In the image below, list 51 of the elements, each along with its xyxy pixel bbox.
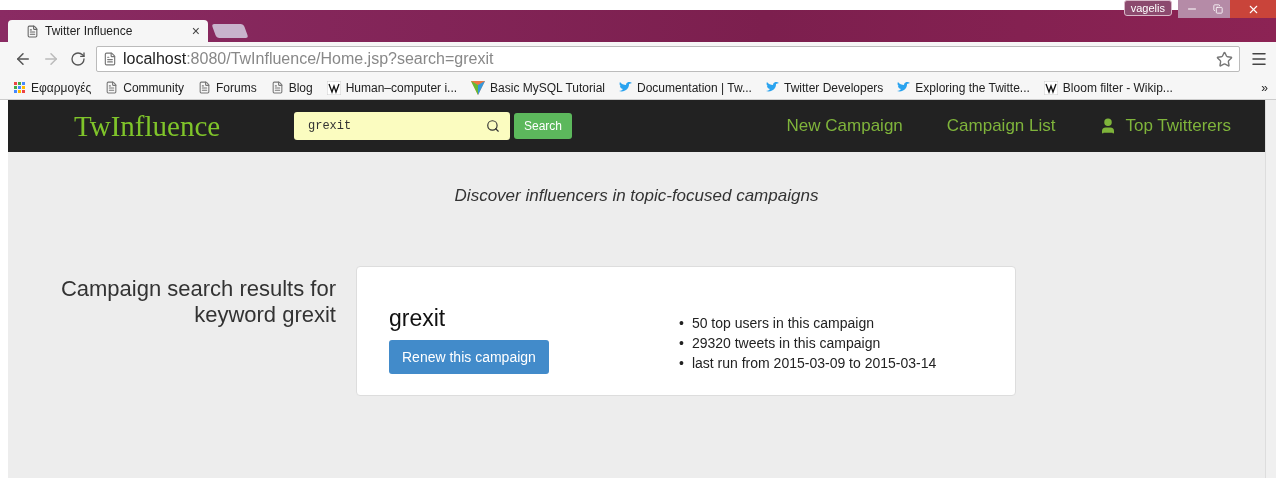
search-icon[interactable]: [486, 119, 500, 133]
profile-button[interactable]: vagelis: [1123, 0, 1172, 16]
campaign-fact: 29320 tweets in this campaign: [691, 334, 881, 353]
bookmark-item[interactable]: Community: [105, 80, 184, 95]
close-icon[interactable]: ×: [191, 23, 200, 39]
page-icon: [270, 81, 284, 94]
campaign-name: grexit: [389, 305, 446, 332]
nav-link[interactable]: New Campaign: [786, 116, 903, 136]
bullet: •: [679, 334, 684, 353]
bookmark-item[interactable]: Exploring the Twitte...: [897, 80, 1030, 95]
renew-button[interactable]: Renew this campaign: [389, 340, 549, 374]
bookmark-item[interactable]: Blog: [270, 80, 313, 95]
new-tab-button[interactable]: [211, 24, 249, 38]
browser-tab[interactable]: Twitter Influence ×: [8, 20, 208, 42]
back-icon[interactable]: [14, 50, 32, 68]
page-icon: [197, 81, 211, 94]
campaign-fact: 50 top users in this campaign: [691, 314, 874, 333]
bookmark-item[interactable]: Forums: [197, 80, 257, 95]
tagline: Discover influencers in topic-focused campaigns: [453, 186, 820, 206]
brand-logo[interactable]: TwInfluence: [74, 109, 294, 143]
nav-link[interactable]: Campaign List: [946, 116, 1056, 136]
bookmark-item[interactable]: Basic MySQL Tutorial: [471, 80, 605, 95]
w-letter-icon: [1043, 80, 1058, 95]
campaign-fact: last run from 2015-03-09 to 2015-03-14: [691, 354, 937, 373]
bird-icon: [619, 82, 632, 93]
reload-icon[interactable]: [70, 51, 86, 67]
bookmark-item[interactable]: Human–computer i...: [326, 80, 458, 95]
menu-icon[interactable]: [1250, 50, 1268, 68]
colored-v-icon: [471, 80, 486, 95]
restore-icon: [1213, 4, 1223, 14]
bird-icon: [765, 82, 779, 93]
more-bookmarks-button[interactable]: »: [1261, 80, 1268, 95]
bookmark-item[interactable]: Documentation | Tw...: [619, 80, 752, 95]
page-icon: [103, 52, 117, 66]
search-field[interactable]: grexit: [294, 112, 510, 140]
scrollbar[interactable]: [1265, 100, 1276, 478]
bookmark-item[interactable]: Twitter Developers: [765, 80, 884, 95]
apps-grid-icon: [14, 81, 26, 94]
results-heading: Campaign search results for keyword grexit: [59, 276, 336, 329]
bullet: •: [679, 314, 684, 333]
bookmark-item[interactable]: Bloom filter - Wikip...: [1043, 80, 1173, 95]
page-icon: [26, 24, 39, 38]
star-icon[interactable]: [1216, 50, 1233, 68]
close-window-button[interactable]: [1230, 0, 1276, 18]
bird-icon: [897, 82, 911, 93]
bookmark-item[interactable]: Εφαρμογές: [14, 80, 92, 95]
bullet: •: [679, 354, 684, 373]
page-icon: [105, 81, 119, 94]
w-letter-icon: [326, 80, 341, 95]
address-bar[interactable]: localhost:8080/TwInfluence/Home.jsp?search=grexit: [96, 46, 1240, 72]
nav-link[interactable]: Top Twitterers: [1099, 116, 1231, 136]
